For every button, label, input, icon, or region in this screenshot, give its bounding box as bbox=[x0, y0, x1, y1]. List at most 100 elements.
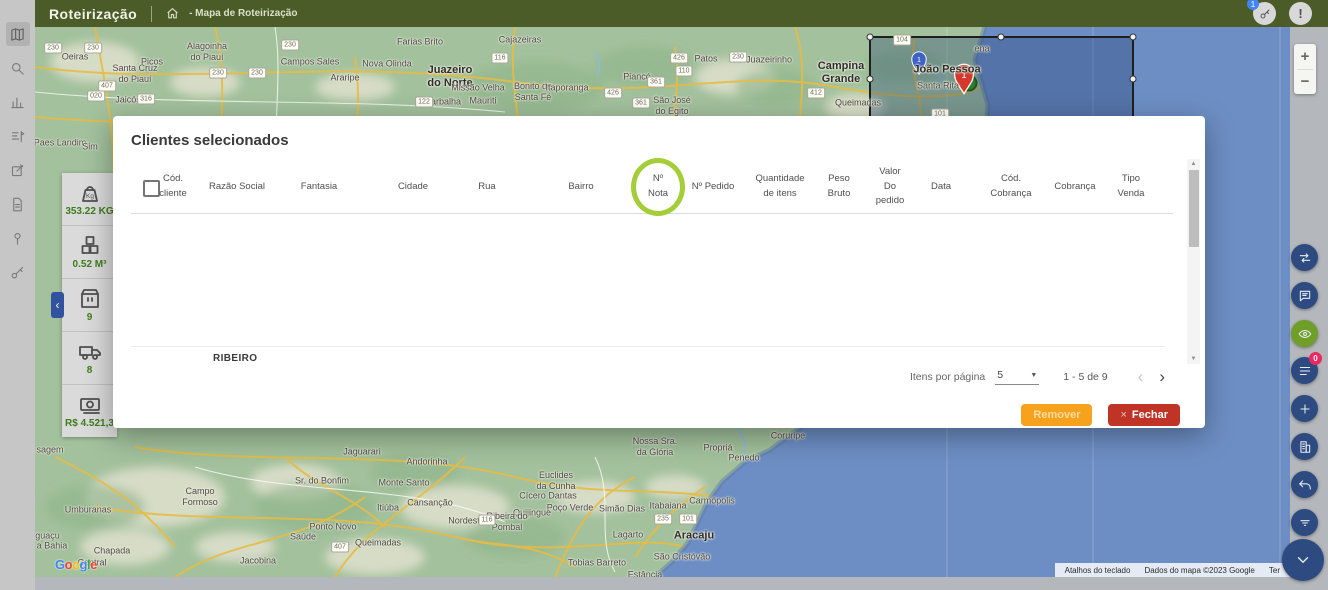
fab-undo[interactable] bbox=[1291, 471, 1318, 498]
stat-value: 0.52 M³ bbox=[73, 259, 107, 270]
table-scrollbar: ▲ ▼ bbox=[1187, 159, 1200, 364]
undo-icon bbox=[1298, 478, 1312, 492]
items-per-page-label: Itens por página bbox=[910, 371, 985, 383]
svg-text:1: 1 bbox=[961, 70, 966, 81]
app-header: Roteirização - Mapa de Roteirização 1! bbox=[35, 0, 1328, 27]
stat-money: R$ 4.521,3 bbox=[62, 385, 117, 437]
fab-eye[interactable] bbox=[1291, 320, 1318, 347]
map-icon bbox=[10, 27, 25, 42]
column-header-bairro: Bairro bbox=[541, 165, 621, 209]
truck-icon bbox=[77, 340, 103, 364]
wrench-icon bbox=[10, 265, 25, 280]
list-icon bbox=[1298, 364, 1312, 378]
eye-icon bbox=[1298, 327, 1312, 341]
map-attribution: Atalhos do teclado Dados do mapa ©2023 Go… bbox=[1055, 563, 1290, 577]
items-per-page-select[interactable]: 5 ▼ bbox=[995, 369, 1039, 385]
zoom-in-button[interactable]: + bbox=[1294, 44, 1316, 69]
sidebar-item-map[interactable] bbox=[6, 22, 30, 46]
weight-icon: Kg bbox=[77, 181, 103, 205]
close-button[interactable]: × Fechar bbox=[1108, 404, 1180, 426]
sidebar-item-search[interactable] bbox=[6, 56, 30, 80]
attribution-link[interactable]: Atalhos do teclado bbox=[1065, 566, 1131, 575]
building-icon bbox=[1298, 440, 1312, 454]
fab-filter[interactable] bbox=[1291, 509, 1318, 536]
stat-package: 9 bbox=[62, 279, 117, 332]
header-tools: 1! bbox=[1253, 2, 1312, 25]
sidebar-item-edit[interactable] bbox=[6, 158, 30, 182]
map-zoom-control: + − bbox=[1294, 44, 1316, 94]
column-header-fantasia: Fantasia bbox=[279, 165, 359, 209]
row-razao-social: RIBEIRO bbox=[213, 353, 257, 361]
sidebar-item-chart[interactable] bbox=[6, 90, 30, 114]
stat-value: R$ 4.521,3 bbox=[65, 418, 114, 429]
attribution-link[interactable]: Ter bbox=[1269, 566, 1280, 575]
row-rule bbox=[131, 346, 1165, 347]
breadcrumb: - Mapa de Roteirização bbox=[189, 8, 297, 19]
collapse-panel-button[interactable]: ‹ bbox=[51, 292, 64, 318]
money-icon bbox=[77, 393, 103, 417]
previous-page-button[interactable]: ‹ bbox=[1130, 370, 1152, 384]
modal-actions: Remover × Fechar bbox=[1021, 404, 1180, 426]
modal-title: Clientes selecionados bbox=[131, 132, 289, 149]
next-page-button[interactable]: › bbox=[1151, 370, 1173, 384]
routes-icon bbox=[10, 129, 25, 144]
column-header-tipo-venda: Tipo Venda bbox=[1091, 165, 1171, 209]
close-icon: × bbox=[1120, 409, 1126, 421]
column-header-razão-social: Razão Social bbox=[197, 165, 277, 209]
edit-icon bbox=[10, 163, 25, 178]
document-icon bbox=[10, 197, 25, 212]
zoom-out-button[interactable]: − bbox=[1294, 70, 1316, 95]
google-logo[interactable]: Google bbox=[55, 557, 97, 572]
fab-badge: 0 bbox=[1309, 352, 1322, 365]
fab-plus[interactable] bbox=[1291, 395, 1318, 422]
pin-icon bbox=[10, 231, 25, 246]
stat-truck: 8 bbox=[62, 332, 117, 385]
plus-icon bbox=[1298, 402, 1312, 416]
fab-swap[interactable] bbox=[1291, 244, 1318, 271]
scrollbar-thumb[interactable] bbox=[1189, 170, 1199, 247]
app-title: Roteirização bbox=[49, 6, 137, 22]
stat-value: 353.22 KG bbox=[65, 206, 113, 217]
alerts-button[interactable]: ! bbox=[1289, 2, 1312, 25]
attribution-link[interactable]: Dados do mapa ©2023 Google bbox=[1144, 566, 1254, 575]
chart-icon bbox=[10, 95, 25, 110]
chevron-down-icon: ▼ bbox=[1030, 372, 1037, 379]
pagination: Itens por página 5 ▼ 1 - 5 de 9 ‹ › bbox=[910, 369, 1173, 385]
header-divider bbox=[151, 6, 152, 22]
notification-badge: 1 bbox=[1247, 0, 1259, 10]
tools-button[interactable]: 1 bbox=[1253, 2, 1276, 25]
column-header-data: Data bbox=[901, 165, 981, 209]
chevron-down-icon bbox=[1294, 551, 1312, 569]
search-icon bbox=[10, 61, 25, 76]
filter-icon bbox=[1298, 516, 1312, 530]
column-header-rua: Rua bbox=[447, 165, 527, 209]
sidebar-item-document[interactable] bbox=[6, 192, 30, 216]
stat-value: 8 bbox=[87, 365, 93, 376]
fab-building[interactable] bbox=[1291, 433, 1318, 460]
stat-volume: 0.52 M³ bbox=[62, 226, 117, 279]
items-per-page-value: 5 bbox=[997, 369, 1003, 381]
stat-weight: Kg 353.22 KG bbox=[62, 173, 117, 226]
column-header-cidade: Cidade bbox=[373, 165, 453, 209]
remove-button[interactable]: Remover bbox=[1021, 404, 1092, 426]
sidebar-item-pin[interactable] bbox=[6, 226, 30, 250]
page-range-label: 1 - 5 de 9 bbox=[1063, 371, 1107, 383]
route-stats-panel: Kg 353.22 KG 0.52 M³ 9 8 R$ 4.521,3 bbox=[62, 173, 117, 437]
sidebar-item-routes[interactable] bbox=[6, 124, 30, 148]
selected-clients-modal: Clientes selecionados Cód. clienteRazão … bbox=[113, 116, 1205, 428]
alert-icon: ! bbox=[1298, 6, 1302, 21]
svg-text:Kg: Kg bbox=[86, 193, 94, 200]
volume-icon bbox=[77, 234, 103, 258]
left-icon-rail bbox=[0, 0, 35, 590]
fab-chevron-down[interactable] bbox=[1282, 539, 1324, 581]
fab-list[interactable]: 0 bbox=[1291, 357, 1318, 384]
home-icon[interactable] bbox=[166, 7, 179, 20]
table-row[interactable]: RIBEIRO bbox=[131, 351, 1165, 361]
chat-icon bbox=[1298, 289, 1312, 303]
scroll-up-arrow[interactable]: ▲ bbox=[1187, 159, 1200, 169]
sidebar-item-wrench[interactable] bbox=[6, 260, 30, 284]
scroll-down-arrow[interactable]: ▼ bbox=[1187, 354, 1200, 364]
stat-value: 9 bbox=[87, 312, 93, 323]
fab-chat[interactable] bbox=[1291, 282, 1318, 309]
key-icon bbox=[1259, 8, 1271, 20]
